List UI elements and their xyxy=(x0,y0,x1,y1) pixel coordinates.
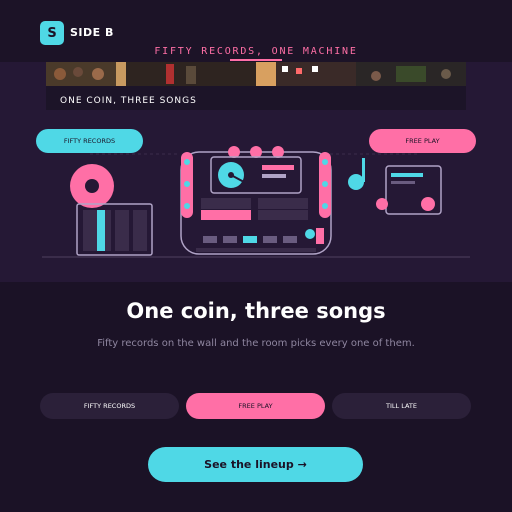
hero-illustration: ONE COIN, THREE SONGS FIFTY RECORDS FREE… xyxy=(0,62,512,282)
brand-name[interactable]: SIDE B xyxy=(70,26,114,39)
tab-bar: FIFTY RECORDS FREE PLAY TILL LATE xyxy=(40,393,472,419)
top-bar: S SIDE B FIFTY RECORDS, ONE MACHINE xyxy=(0,0,512,62)
page-title: One coin, three songs xyxy=(126,299,386,323)
tab-free-play[interactable]: FREE PLAY xyxy=(186,393,325,419)
logo-badge[interactable]: S xyxy=(40,21,64,45)
jukebox-illustration xyxy=(42,146,470,258)
hero-pill-free-play: FREE PLAY xyxy=(369,129,476,153)
ground-line xyxy=(42,256,470,258)
tagline-underline xyxy=(230,59,282,61)
page-subtitle: Fifty records on the wall and the room p… xyxy=(97,338,415,349)
hero-pill-fifty-records: FIFTY RECORDS xyxy=(36,129,143,153)
tagline: FIFTY RECORDS, ONE MACHINE xyxy=(154,46,358,57)
tab-till-late[interactable]: TILL LATE xyxy=(332,393,471,419)
tab-fifty-records[interactable]: FIFTY RECORDS xyxy=(40,393,179,419)
see-lineup-button[interactable]: See the lineup → xyxy=(148,447,363,482)
